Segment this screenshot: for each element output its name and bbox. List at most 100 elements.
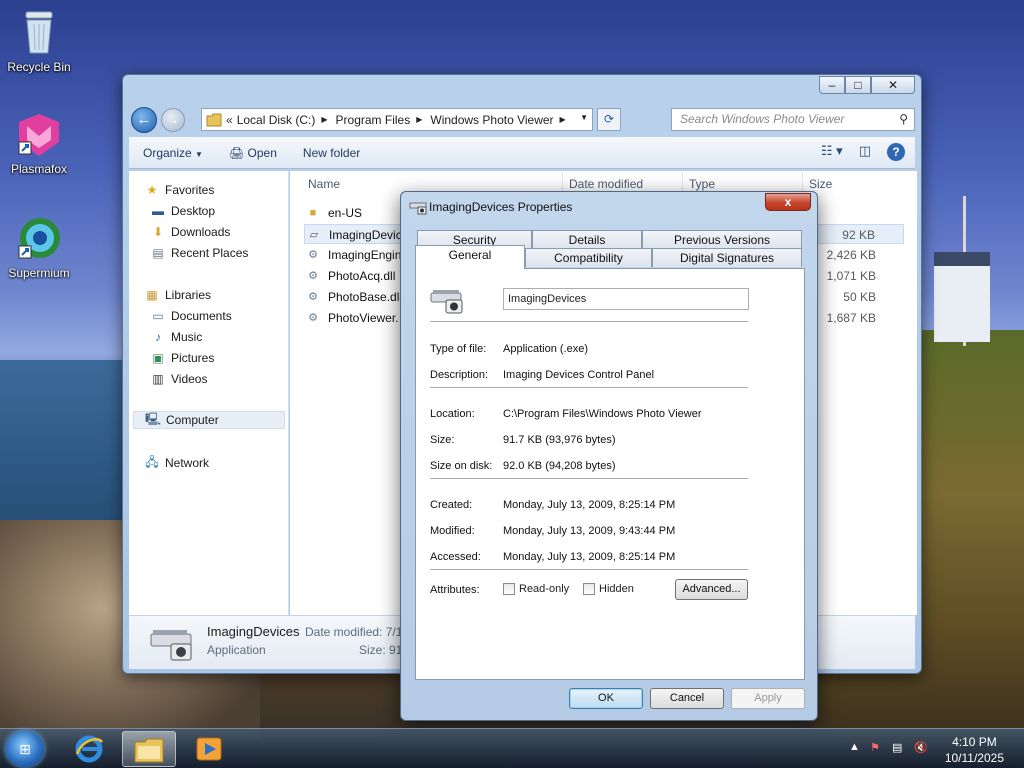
search-icon[interactable]: ⚲	[899, 109, 908, 130]
tab-general[interactable]: General	[415, 245, 525, 269]
properties-dialog: ImagingDevices Properties x Security Det…	[400, 191, 818, 721]
desktop-icon-supermium[interactable]: Supermium	[1, 216, 77, 280]
file-name: PhotoViewer.	[328, 311, 399, 325]
breadcrumb-windows-photo-viewer[interactable]: Windows Photo Viewer	[430, 113, 553, 127]
apply-button[interactable]: Apply	[731, 688, 805, 709]
desktop-icon-plasmafox[interactable]: Plasmafox	[1, 112, 77, 176]
explorer-window-controls: – □ ✕	[819, 76, 915, 94]
new-folder-button[interactable]: New folder	[303, 146, 360, 160]
forward-button[interactable]: →	[161, 108, 185, 132]
nav-computer[interactable]: 🖳 Computer	[133, 411, 285, 429]
network-status-icon[interactable]: ▤	[892, 741, 902, 754]
supermium-label: Supermium	[8, 266, 70, 280]
tab-details[interactable]: Details	[532, 230, 642, 249]
address-bar[interactable]: « Local Disk (C:) ▶ Program Files ▶ Wind…	[201, 108, 593, 131]
details-file-type: Application	[207, 643, 266, 657]
nav-videos[interactable]: ▥ Videos	[149, 370, 207, 388]
column-header-name[interactable]: Name	[308, 177, 340, 193]
read-only-checkbox[interactable]: Read-only	[503, 583, 569, 595]
clock[interactable]: 4:10 PM 10/11/2025	[945, 734, 1004, 766]
minimize-button[interactable]: –	[819, 76, 845, 94]
start-button[interactable]: ⊞	[6, 731, 44, 767]
dialog-close-button[interactable]: x	[765, 193, 811, 211]
desktop-icon: ▬	[152, 204, 164, 218]
checkbox-box[interactable]	[503, 583, 515, 595]
help-icon[interactable]: ?	[887, 143, 905, 161]
documents-icon: ▭	[152, 309, 164, 323]
recent-places-icon: ▤	[152, 246, 164, 260]
chevron-right-icon[interactable]: ▶	[560, 115, 566, 124]
search-input[interactable]: Search Windows Photo Viewer ⚲	[671, 108, 915, 131]
taskbar-explorer[interactable]	[122, 731, 176, 767]
nav-favorites-label: Favorites	[165, 183, 215, 197]
taskbar-internet-explorer[interactable]	[62, 731, 116, 767]
label-attributes: Attributes:	[430, 584, 480, 596]
divider	[430, 387, 748, 388]
checkbox-box[interactable]	[583, 583, 595, 595]
show-hidden-icons-icon[interactable]: ▲	[849, 741, 860, 753]
dialog-title: ImagingDevices Properties	[429, 200, 573, 214]
organize-button[interactable]: Organize ▼	[143, 146, 203, 160]
back-button[interactable]: ←	[131, 107, 157, 133]
taskbar-media-player[interactable]	[182, 731, 236, 767]
value-accessed: Monday, July 13, 2009, 8:25:14 PM	[503, 551, 676, 563]
recycle-bin-icon	[25, 11, 53, 54]
nav-libraries-label: Libraries	[165, 288, 212, 302]
folder-icon: ■	[309, 207, 317, 219]
chevron-right-icon[interactable]: ▶	[321, 115, 327, 124]
close-icon: x	[784, 195, 792, 209]
nav-recent-places[interactable]: ▤ Recent Places	[149, 244, 248, 262]
tab-previous-versions[interactable]: Previous Versions	[642, 230, 802, 249]
tab-compatibility[interactable]: Compatibility	[525, 248, 652, 267]
chevron-right-icon[interactable]: ▶	[416, 115, 422, 124]
nav-libraries[interactable]: ▦ Libraries	[143, 286, 211, 304]
volume-muted-icon[interactable]: 🔇	[914, 741, 928, 754]
advanced-button[interactable]: Advanced...	[675, 579, 748, 600]
nav-computer-label: Computer	[166, 413, 219, 427]
desktop-icon-recycle-bin[interactable]: Recycle Bin	[1, 8, 77, 74]
label-location: Location:	[430, 408, 475, 420]
view-controls: ☷ ▾ ◫ ?	[805, 143, 905, 161]
divider	[430, 569, 748, 570]
chevron-down-icon[interactable]: ▼	[580, 113, 588, 122]
videos-icon: ▥	[152, 372, 164, 386]
music-icon: ♪	[155, 330, 161, 344]
label-accessed: Accessed:	[430, 551, 481, 563]
hidden-checkbox[interactable]: Hidden	[583, 583, 634, 595]
general-tab-panel: ImagingDevices Type of file: Application…	[415, 268, 805, 680]
nav-desktop[interactable]: ▬ Desktop	[149, 202, 215, 220]
nav-network[interactable]: 🖧 Network	[143, 454, 209, 472]
close-button[interactable]: ✕	[871, 76, 915, 94]
preview-pane-icon[interactable]: ◫	[859, 143, 871, 161]
breadcrumb-local-disk[interactable]: Local Disk (C:)	[237, 113, 316, 127]
breadcrumb-program-files[interactable]: Program Files	[336, 113, 411, 127]
file-name-input[interactable]: ImagingDevices	[503, 288, 749, 310]
view-options-icon[interactable]: ☷ ▾	[821, 143, 843, 161]
nav-favorites[interactable]: ★ Favorites	[143, 181, 215, 199]
refresh-button[interactable]: ⟳	[597, 108, 621, 131]
ok-button[interactable]: OK	[569, 688, 643, 709]
value-description: Imaging Devices Control Panel	[503, 369, 655, 381]
value-size: 91.7 KB (93,976 bytes)	[503, 434, 616, 446]
cancel-button[interactable]: Cancel	[650, 688, 724, 709]
file-name: ImagingEngin	[328, 248, 402, 262]
nav-music-label: Music	[171, 330, 203, 344]
navigation-pane: ★ Favorites ▬ Desktop ⬇ Downloads ▤ Recent P…	[129, 171, 289, 615]
tab-digital-signatures[interactable]: Digital Signatures	[652, 248, 802, 267]
details-size: Size: 91	[359, 643, 403, 657]
supermium-icon	[18, 218, 60, 259]
open-icon: 🖨	[228, 145, 245, 160]
folder-icon	[134, 738, 164, 763]
open-button[interactable]: 🖨 Open	[229, 146, 277, 160]
nav-music[interactable]: ♪ Music	[149, 328, 202, 346]
nav-pictures[interactable]: ▣ Pictures	[149, 349, 214, 367]
nav-documents[interactable]: ▭ Documents	[149, 307, 231, 325]
divider	[430, 478, 748, 479]
nav-downloads[interactable]: ⬇ Downloads	[149, 223, 230, 241]
address-overflow[interactable]: «	[226, 113, 233, 127]
clock-date: 10/11/2025	[944, 751, 1004, 765]
maximize-button[interactable]: □	[845, 76, 871, 94]
value-created: Monday, July 13, 2009, 8:25:14 PM	[503, 499, 676, 511]
action-center-icon[interactable]: ⚑	[870, 741, 880, 754]
file-size: 2,426 KB	[826, 248, 876, 262]
